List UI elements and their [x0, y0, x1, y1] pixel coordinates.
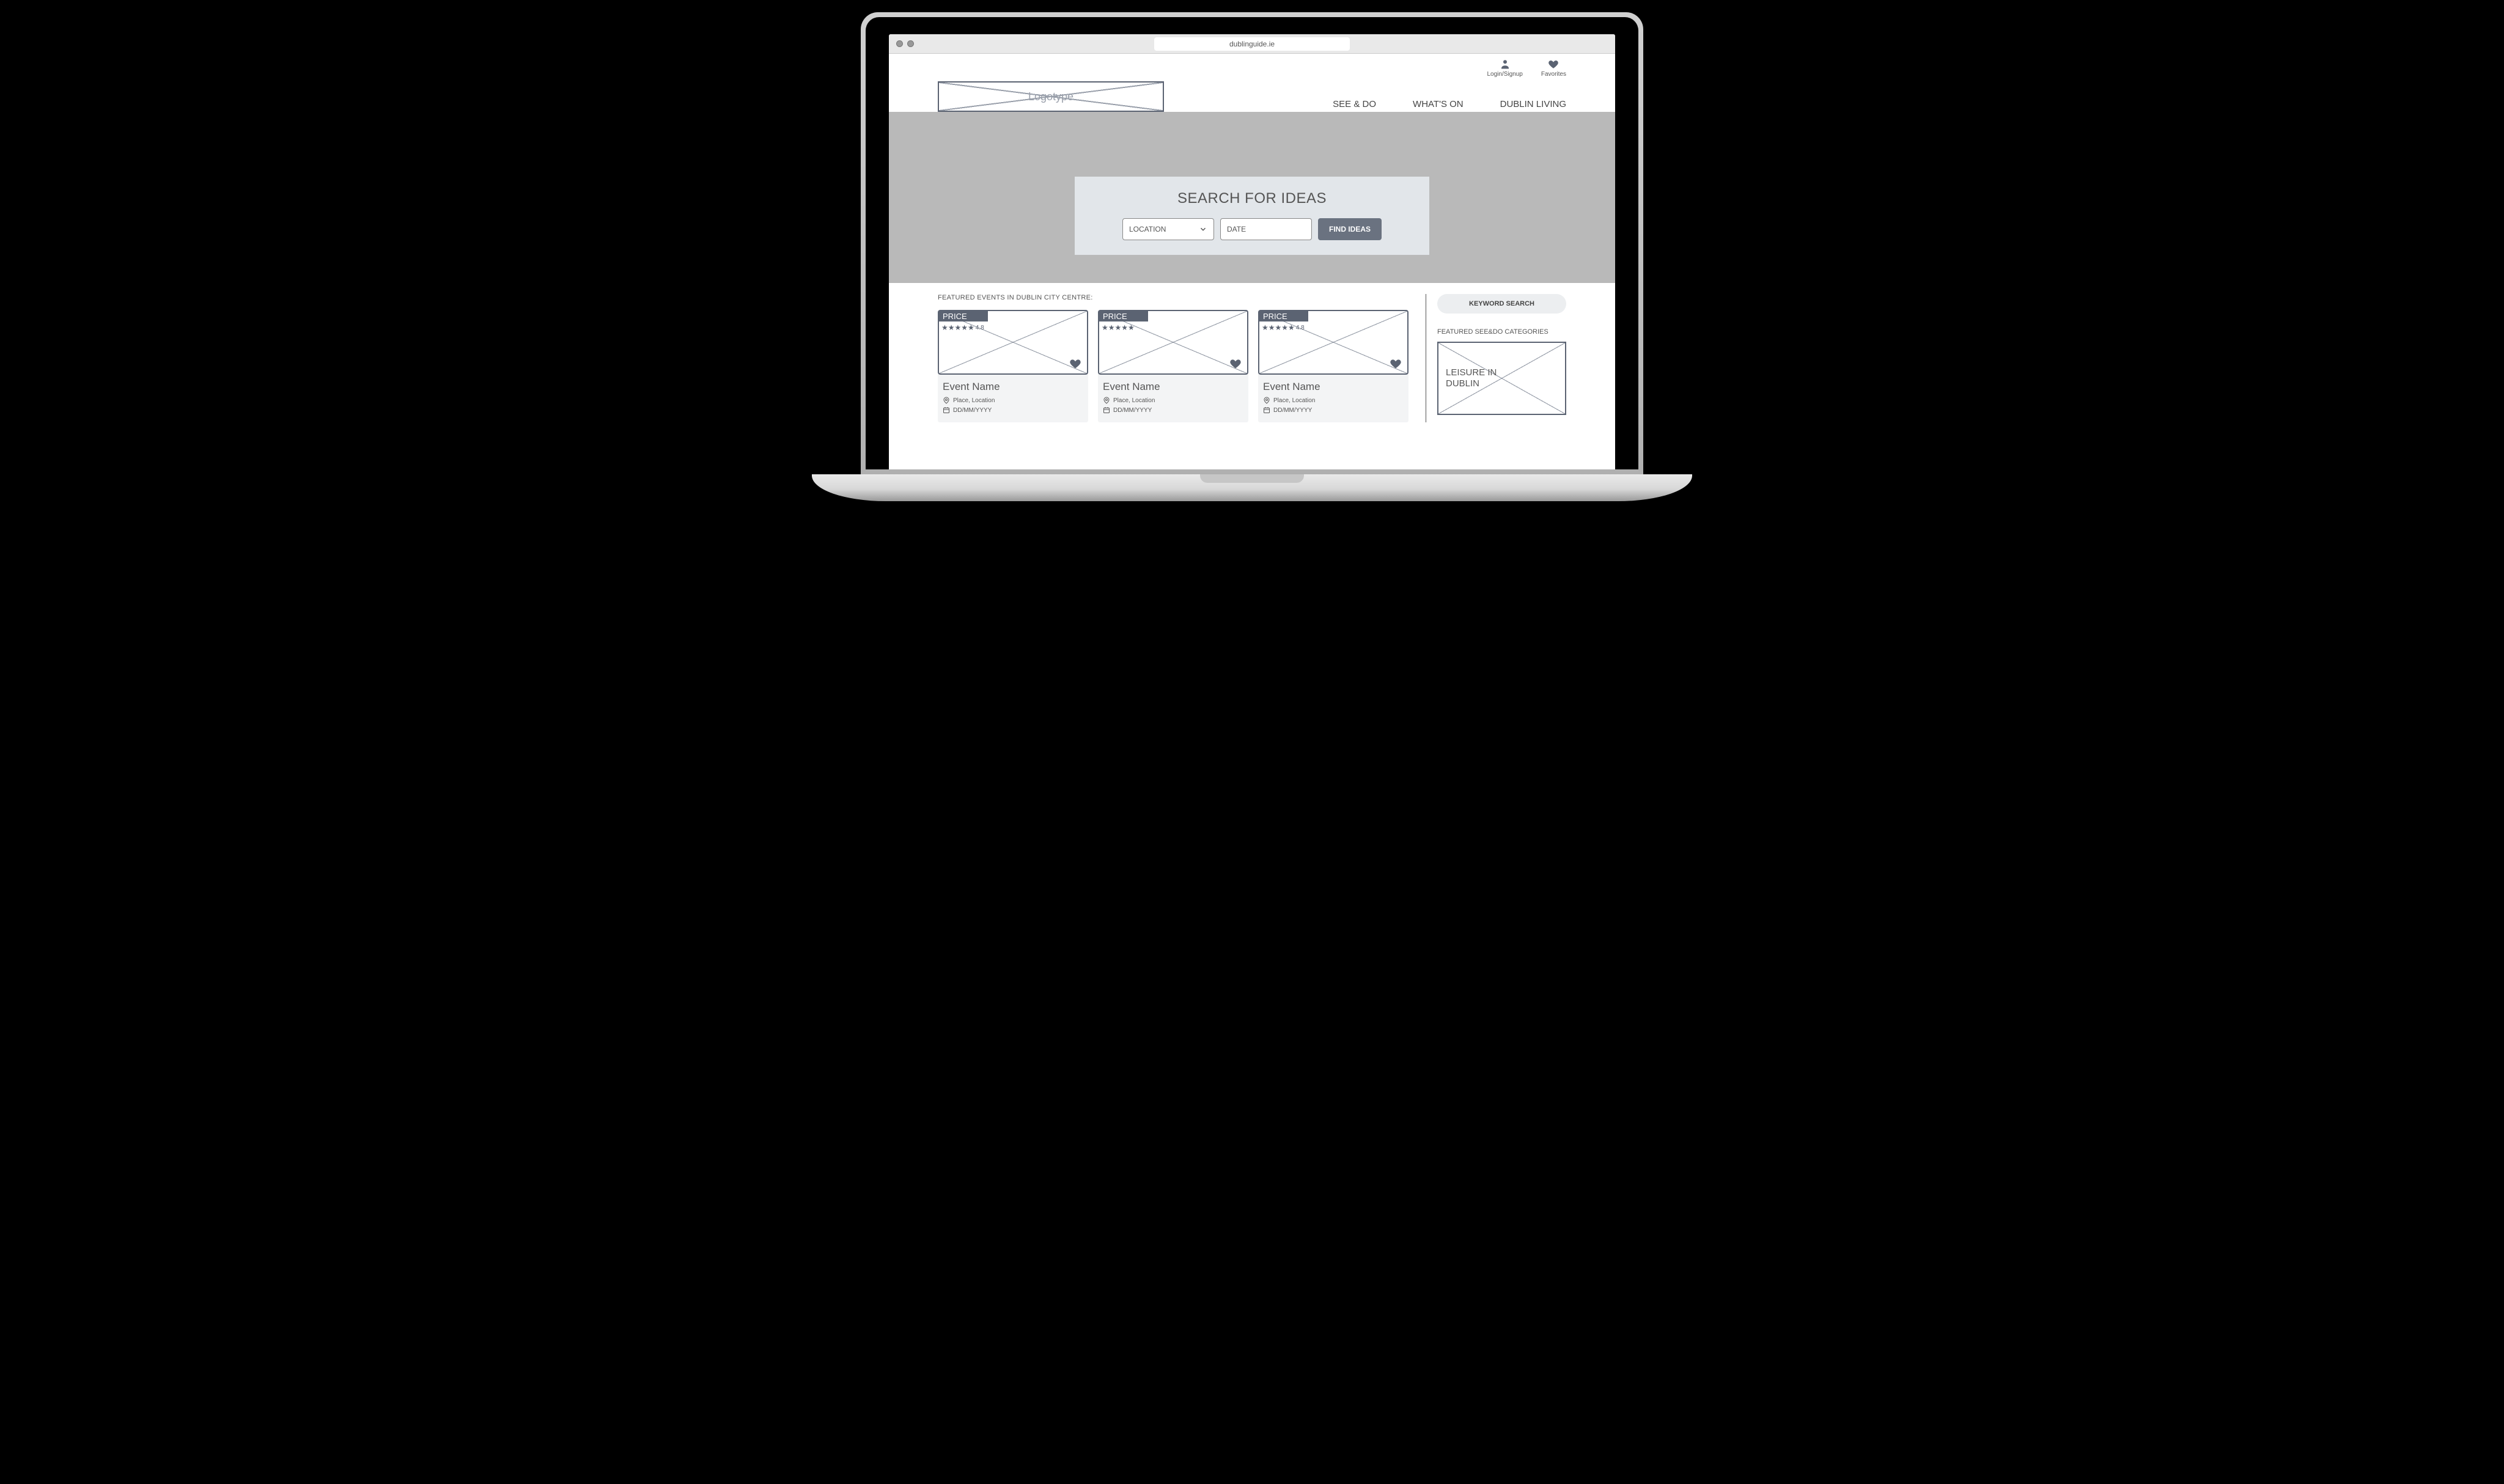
star-icon: ★★★★★ [1102, 323, 1135, 332]
star-icon: ★★★★★ [941, 323, 974, 332]
calendar-icon [1263, 406, 1270, 414]
rating-value: 4.8 [1296, 325, 1305, 331]
price-badge: PRICE [939, 311, 988, 321]
event-title: Event Name [943, 381, 1083, 393]
top-utility-bar: Login/Signup Favorites [889, 54, 1615, 78]
favorite-toggle[interactable] [1389, 358, 1402, 370]
event-card-body: Event Name Place, Location [1098, 375, 1248, 414]
event-date: DD/MM/YYYY [1273, 407, 1312, 414]
event-cards-row: PRICE ★★★★★ 4.8 [938, 310, 1408, 422]
favorite-toggle[interactable] [1229, 358, 1242, 370]
event-location: Place, Location [953, 397, 995, 404]
chevron-down-icon [1199, 225, 1207, 233]
event-date: DD/MM/YYYY [953, 407, 992, 414]
favorites-label: Favorites [1541, 71, 1566, 78]
calendar-icon [1103, 406, 1110, 414]
event-card[interactable]: PRICE ★★★★★ [1098, 310, 1248, 422]
login-label: Login/Signup [1487, 71, 1522, 78]
favorite-toggle[interactable] [1069, 358, 1082, 370]
date-input[interactable]: DATE [1220, 218, 1312, 240]
laptop-screen-frame: dublinguide.ie Login/Signup [861, 12, 1643, 474]
laptop-base [812, 474, 1692, 501]
rating-value: 4.8 [976, 325, 984, 331]
search-heading: SEARCH FOR IDEAS [1089, 190, 1415, 207]
event-card-body: Event Name Place, Location [938, 375, 1088, 414]
location-select[interactable]: LOCATION [1122, 218, 1214, 240]
location-pin-icon [1263, 397, 1270, 404]
nav-whats-on[interactable]: WHAT'S ON [1413, 99, 1464, 109]
event-image-placeholder: PRICE ★★★★★ 4.8 [938, 310, 1088, 375]
event-title: Event Name [1263, 381, 1404, 393]
event-date: DD/MM/YYYY [1113, 407, 1152, 414]
featured-events-section: FEATURED EVENTS IN DUBLIN CITY CENTRE: P… [938, 294, 1408, 422]
location-pin-icon [943, 397, 950, 404]
main-content: FEATURED EVENTS IN DUBLIN CITY CENTRE: P… [889, 283, 1615, 422]
event-date-row: DD/MM/YYYY [1263, 406, 1404, 414]
location-label: LOCATION [1129, 225, 1166, 233]
keyword-search-button[interactable]: KEYWORD SEARCH [1437, 294, 1566, 314]
nav-dublin-living[interactable]: DUBLIN LIVING [1500, 99, 1566, 109]
heart-icon [1546, 59, 1561, 70]
search-panel: SEARCH FOR IDEAS LOCATION DATE [1075, 177, 1429, 255]
category-title: LEISURE IN DUBLIN [1446, 367, 1507, 389]
event-card-body: Event Name Place, Location [1258, 375, 1408, 414]
rating-row: ★★★★★ 4.8 [941, 323, 984, 332]
event-card[interactable]: PRICE ★★★★★ 4.8 [1258, 310, 1408, 422]
header: Logotype SEE & DO WHAT'S ON DUBLIN LIVIN… [889, 78, 1615, 112]
logo-text: Logotype [1028, 90, 1073, 103]
event-image-placeholder: PRICE ★★★★★ [1098, 310, 1248, 375]
rating-row: ★★★★★ 4.8 [1262, 323, 1305, 332]
rating-row: ★★★★★ [1102, 323, 1136, 332]
price-badge: PRICE [1099, 311, 1148, 321]
event-date-row: DD/MM/YYYY [1103, 406, 1243, 414]
star-icon: ★★★★★ [1262, 323, 1295, 332]
calendar-icon [943, 406, 950, 414]
hero-banner: SEARCH FOR IDEAS LOCATION DATE [889, 112, 1615, 283]
url-bar[interactable]: dublinguide.ie [1154, 37, 1350, 51]
event-location: Place, Location [1273, 397, 1315, 404]
event-location: Place, Location [1113, 397, 1155, 404]
featured-heading: FEATURED EVENTS IN DUBLIN CITY CENTRE: [938, 294, 1408, 301]
browser-chrome: dublinguide.ie [889, 34, 1615, 54]
event-title: Event Name [1103, 381, 1243, 393]
nav-see-do[interactable]: SEE & DO [1333, 99, 1376, 109]
login-signup-link[interactable]: Login/Signup [1487, 59, 1522, 78]
event-location-row: Place, Location [943, 397, 1083, 404]
find-ideas-button[interactable]: FIND IDEAS [1318, 218, 1382, 240]
minimize-window-icon[interactable] [907, 40, 914, 47]
event-date-row: DD/MM/YYYY [943, 406, 1083, 414]
laptop-screen-bezel: dublinguide.ie Login/Signup [866, 17, 1638, 469]
window-controls [896, 40, 914, 47]
user-icon [1498, 59, 1512, 70]
event-location-row: Place, Location [1103, 397, 1243, 404]
page-body: Login/Signup Favorites Logotype [889, 54, 1615, 469]
sidebar: KEYWORD SEARCH FEATURED SEE&DO CATEGORIE… [1426, 294, 1566, 422]
price-badge: PRICE [1259, 311, 1308, 321]
favorites-link[interactable]: Favorites [1541, 59, 1566, 78]
date-placeholder: DATE [1227, 225, 1246, 233]
close-window-icon[interactable] [896, 40, 903, 47]
category-card[interactable]: LEISURE IN DUBLIN [1437, 342, 1566, 415]
url-text: dublinguide.ie [1229, 40, 1275, 48]
main-nav: SEE & DO WHAT'S ON DUBLIN LIVING [1333, 99, 1566, 112]
logo-placeholder[interactable]: Logotype [938, 81, 1164, 112]
event-card[interactable]: PRICE ★★★★★ 4.8 [938, 310, 1088, 422]
event-location-row: Place, Location [1263, 397, 1404, 404]
laptop-mockup: dublinguide.ie Login/Signup [861, 12, 1643, 501]
search-controls: LOCATION DATE FIND IDEAS [1089, 218, 1415, 240]
location-pin-icon [1103, 397, 1110, 404]
laptop-notch [1200, 474, 1304, 483]
sidebar-featured-heading: FEATURED SEE&DO CATEGORIES [1437, 328, 1566, 336]
browser-window: dublinguide.ie Login/Signup [889, 34, 1615, 469]
event-image-placeholder: PRICE ★★★★★ 4.8 [1258, 310, 1408, 375]
